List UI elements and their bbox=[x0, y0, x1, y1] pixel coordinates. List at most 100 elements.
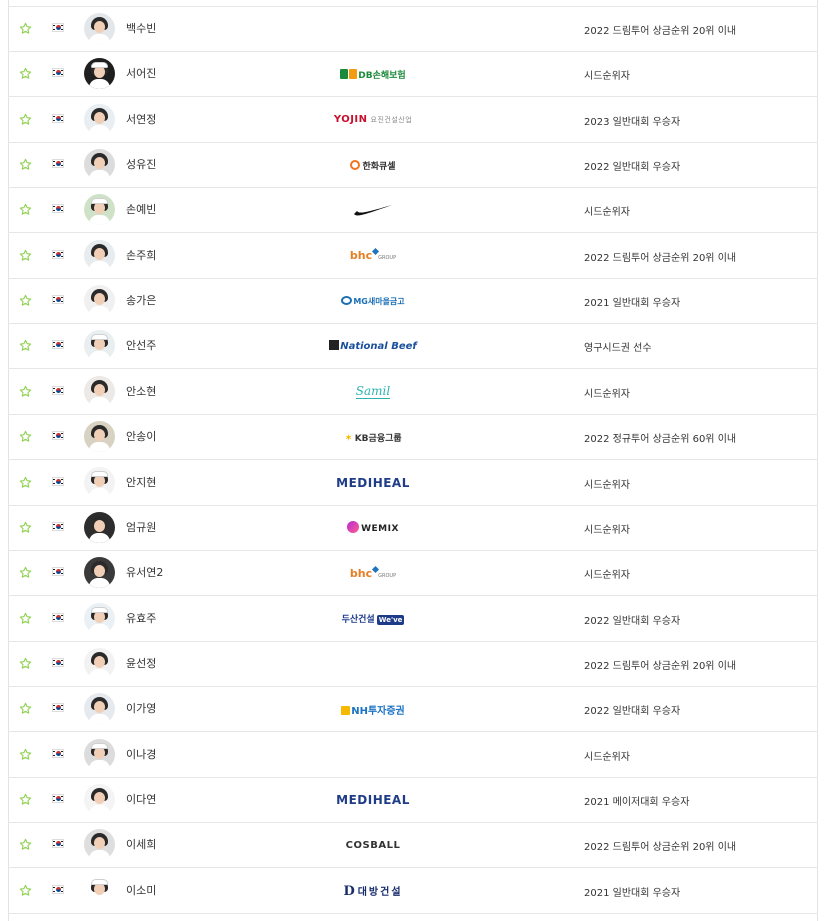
sponsor-logo: Samil bbox=[355, 384, 391, 400]
star-outline-icon[interactable] bbox=[19, 838, 32, 851]
star-outline-icon[interactable] bbox=[19, 203, 32, 216]
sponsor-logo: National Beef bbox=[318, 333, 428, 359]
player-name[interactable]: 안송이 bbox=[126, 428, 156, 444]
player-row[interactable]: 성유진 한화큐셀 2022 일반대회 우승자 bbox=[8, 143, 818, 189]
star-outline-icon[interactable] bbox=[19, 67, 32, 80]
korea-flag-icon bbox=[52, 748, 64, 758]
player-avatar[interactable] bbox=[84, 421, 115, 453]
player-avatar[interactable] bbox=[84, 783, 115, 815]
player-avatar[interactable] bbox=[84, 693, 115, 725]
star-outline-icon[interactable] bbox=[19, 430, 32, 443]
player-row[interactable]: 안소현 Samil 시드순위자 bbox=[8, 370, 818, 415]
star-outline-icon[interactable] bbox=[19, 884, 32, 897]
korea-flag-icon bbox=[52, 567, 64, 577]
player-row[interactable]: 이소미 D 대방건설 2021 일반대회 우승자 bbox=[8, 869, 818, 914]
player-avatar[interactable] bbox=[84, 557, 115, 589]
player-row[interactable]: 윤선정 2022 드림투어 상금순위 20위 이내 bbox=[8, 642, 818, 687]
qualification-note: 2022 드림투어 상금순위 20위 이내 bbox=[584, 660, 737, 672]
player-row[interactable]: 손주희 bhc GROUP 2022 드림투어 상금순위 20위 이내 bbox=[8, 234, 818, 279]
player-avatar[interactable] bbox=[84, 647, 115, 679]
korea-flag-icon bbox=[52, 839, 64, 849]
player-name[interactable]: 이가영 bbox=[126, 700, 156, 716]
player-name[interactable]: 유효주 bbox=[126, 610, 156, 626]
player-avatar[interactable] bbox=[84, 58, 115, 90]
player-name[interactable]: 엄규원 bbox=[126, 519, 156, 535]
player-name[interactable]: 손주희 bbox=[126, 247, 156, 263]
player-avatar[interactable] bbox=[84, 466, 115, 498]
player-row[interactable]: 엄규원 WEMIX 시드순위자 bbox=[8, 506, 818, 551]
player-row[interactable]: 안지현 MEDIHEAL 시드순위자 bbox=[8, 461, 818, 506]
star-outline-icon[interactable] bbox=[19, 793, 32, 806]
player-name[interactable]: 성유진 bbox=[126, 156, 156, 172]
player-name[interactable]: 이소미 bbox=[126, 882, 156, 898]
star-outline-icon[interactable] bbox=[19, 113, 32, 126]
player-row[interactable]: 이다연 MEDIHEAL 2021 메이저대회 우승자 bbox=[8, 778, 818, 823]
player-row[interactable]: 안송이 ✶ KB금융그룹 2022 정규투어 상금순위 60위 이내 bbox=[8, 415, 818, 461]
player-name[interactable]: 이세희 bbox=[126, 836, 156, 852]
player-avatar[interactable] bbox=[84, 602, 115, 634]
player-avatar[interactable] bbox=[84, 13, 115, 44]
sponsor-logo: WEMIX bbox=[318, 515, 428, 541]
player-name[interactable]: 윤선정 bbox=[126, 655, 156, 671]
star-outline-icon[interactable] bbox=[19, 249, 32, 262]
player-name[interactable]: 손예빈 bbox=[126, 201, 156, 217]
player-row[interactable]: 안선주 National Beef 영구시드권 선수 bbox=[8, 324, 818, 370]
player-name[interactable]: 이나경 bbox=[126, 746, 156, 762]
korea-flag-icon bbox=[52, 793, 64, 803]
player-row[interactable]: 이나경 시드순위자 bbox=[8, 733, 818, 778]
player-avatar[interactable] bbox=[84, 375, 115, 407]
player-row[interactable]: 손예빈 시드순위자 bbox=[8, 188, 818, 234]
player-avatar[interactable] bbox=[84, 103, 115, 135]
star-outline-icon[interactable] bbox=[19, 748, 32, 761]
player-row[interactable]: 서어진 DB손해보험 시드순위자 bbox=[8, 52, 818, 98]
player-avatar[interactable] bbox=[84, 874, 115, 906]
player-avatar[interactable] bbox=[84, 511, 115, 543]
player-row[interactable]: 송가은 MG새마을금고 2021 일반대회 우승자 bbox=[8, 279, 818, 325]
player-name[interactable]: 송가은 bbox=[126, 292, 156, 308]
star-outline-icon[interactable] bbox=[19, 22, 32, 35]
sponsor-logo: ✶ KB금융그룹 bbox=[344, 432, 402, 444]
nike-swoosh-icon bbox=[354, 205, 392, 216]
player-avatar[interactable] bbox=[84, 194, 115, 226]
star-outline-icon[interactable] bbox=[19, 612, 32, 625]
star-outline-icon[interactable] bbox=[19, 339, 32, 352]
star-outline-icon[interactable] bbox=[19, 657, 32, 670]
star-outline-icon[interactable] bbox=[19, 294, 32, 307]
player-avatar[interactable] bbox=[84, 738, 115, 770]
korea-flag-icon bbox=[52, 204, 64, 214]
player-avatar[interactable] bbox=[84, 239, 115, 271]
sponsor-logo bbox=[318, 742, 428, 768]
star-outline-icon[interactable] bbox=[19, 158, 32, 171]
sponsor-logo: MEDIHEAL bbox=[336, 475, 410, 490]
star-outline-icon[interactable] bbox=[19, 702, 32, 715]
qualification-note: 2022 일반대회 우승자 bbox=[584, 162, 681, 174]
player-name[interactable]: 안선주 bbox=[126, 337, 156, 353]
player-name[interactable]: 안지현 bbox=[126, 474, 156, 490]
korea-flag-icon bbox=[52, 476, 64, 486]
qualification-note: 2022 일반대회 우승자 bbox=[584, 706, 681, 718]
star-outline-icon[interactable] bbox=[19, 476, 32, 489]
player-row[interactable]: 이가영 NH투자증권 2022 일반대회 우승자 bbox=[8, 687, 818, 733]
qualification-note: 2021 메이저대회 우승자 bbox=[584, 796, 690, 808]
qualification-note: 시드순위자 bbox=[584, 71, 630, 83]
korea-flag-icon bbox=[52, 159, 64, 169]
star-outline-icon[interactable] bbox=[19, 521, 32, 534]
player-name[interactable]: 유서연2 bbox=[126, 564, 163, 580]
player-avatar[interactable] bbox=[84, 149, 115, 181]
player-name[interactable]: 이다연 bbox=[126, 791, 156, 807]
player-row[interactable]: 이세희 COSBALL 2022 드림투어 상금순위 20위 이내 bbox=[8, 823, 818, 869]
sponsor-logo: bhc GROUP bbox=[349, 565, 397, 580]
star-outline-icon[interactable] bbox=[19, 385, 32, 398]
player-avatar[interactable] bbox=[84, 285, 115, 317]
player-name[interactable]: 백수빈 bbox=[126, 20, 156, 36]
player-avatar[interactable] bbox=[84, 330, 115, 362]
player-avatar[interactable] bbox=[84, 829, 115, 861]
player-name[interactable]: 안소현 bbox=[126, 383, 156, 399]
star-outline-icon[interactable] bbox=[19, 566, 32, 579]
player-name[interactable]: 서연정 bbox=[126, 111, 156, 127]
player-row[interactable]: 유효주 두산건설 We've 2022 일반대회 우승자 bbox=[8, 597, 818, 642]
player-name[interactable]: 서어진 bbox=[126, 65, 156, 81]
player-row[interactable]: 유서연2 bhc GROUP 시드순위자 bbox=[8, 551, 818, 597]
player-row[interactable]: 서연정 YOJIN 요진건설산업 2023 일반대회 우승자 bbox=[8, 98, 818, 143]
player-row[interactable]: 백수빈 2022 드림투어 상금순위 20위 이내 bbox=[8, 7, 818, 52]
